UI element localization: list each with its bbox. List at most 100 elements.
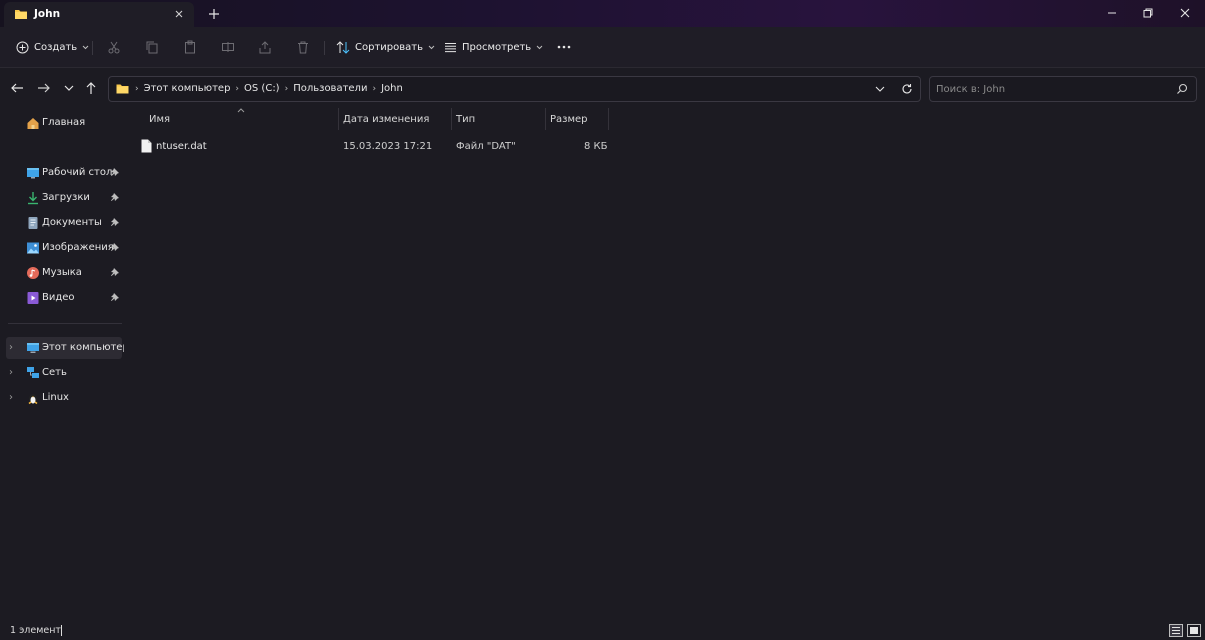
expand-chevron-icon[interactable]: › bbox=[9, 342, 19, 354]
chevron-down-icon bbox=[536, 45, 543, 49]
sort-button[interactable]: Сортировать bbox=[336, 39, 435, 55]
sidebar-item-home[interactable]: Главная bbox=[6, 112, 122, 134]
network-icon bbox=[26, 366, 40, 380]
breadcrumb-separator-icon[interactable]: › bbox=[372, 84, 376, 94]
desktop-icon bbox=[26, 166, 40, 180]
column-separator[interactable] bbox=[608, 108, 609, 130]
minimize-icon[interactable] bbox=[1105, 6, 1119, 20]
computer-icon bbox=[26, 341, 40, 355]
pin-icon[interactable] bbox=[110, 267, 120, 277]
sidebar-item-label: Linux bbox=[42, 392, 69, 403]
copy-icon[interactable] bbox=[145, 40, 159, 54]
file-icon bbox=[141, 139, 152, 153]
separator bbox=[324, 41, 325, 55]
tab-john[interactable]: John bbox=[4, 2, 194, 27]
breadcrumb-separator-icon[interactable]: › bbox=[235, 84, 239, 94]
address-history-chevron-icon[interactable] bbox=[874, 83, 886, 95]
sort-ascending-icon bbox=[237, 108, 245, 113]
details-view-icon[interactable] bbox=[1169, 624, 1183, 637]
create-button[interactable]: Создать bbox=[16, 39, 89, 55]
sidebar-item-music[interactable]: Музыка bbox=[6, 262, 122, 284]
sidebar-item-label: Рабочий стол bbox=[42, 167, 113, 178]
item-count: 1 элемент bbox=[10, 625, 61, 636]
large-icons-view-icon[interactable] bbox=[1187, 624, 1201, 637]
status-divider bbox=[61, 625, 62, 636]
home-icon bbox=[26, 116, 40, 130]
sidebar-item-label: Главная bbox=[42, 117, 86, 128]
column-header-name[interactable]: Имя bbox=[149, 114, 170, 125]
pin-icon[interactable] bbox=[110, 292, 120, 302]
sidebar-item-desktop[interactable]: Рабочий стол bbox=[6, 162, 122, 184]
search-input[interactable] bbox=[936, 81, 1166, 97]
rename-icon[interactable] bbox=[221, 40, 235, 54]
breadcrumb-separator-icon[interactable]: › bbox=[285, 84, 289, 94]
column-header-type[interactable]: Тип bbox=[456, 114, 475, 125]
sidebar-item-pictures[interactable]: Изображения bbox=[6, 237, 122, 259]
pin-icon[interactable] bbox=[110, 192, 120, 202]
navigation-bar: › Этот компьютер › OS (C:) › Пользовател… bbox=[0, 68, 1205, 108]
column-separator[interactable] bbox=[545, 108, 546, 130]
back-arrow-icon[interactable] bbox=[10, 81, 24, 95]
file-name: ntuser.dat bbox=[156, 141, 207, 152]
sidebar-item-linux[interactable]: › Linux bbox=[6, 387, 122, 409]
pin-icon[interactable] bbox=[110, 167, 120, 177]
breadcrumb-this-pc[interactable]: Этот компьютер bbox=[144, 83, 231, 94]
view-label: Просмотреть bbox=[462, 41, 532, 53]
more-options-icon[interactable] bbox=[557, 40, 571, 54]
table-row[interactable]: ntuser.dat 15.03.2023 17:21 Файл "DAT" 8… bbox=[136, 138, 616, 156]
downloads-icon bbox=[26, 191, 40, 205]
file-list: Имя Дата изменения Тип Размер ntuser.dat… bbox=[124, 108, 1205, 620]
breadcrumb-john[interactable]: John bbox=[381, 83, 403, 94]
sidebar-item-this-pc[interactable]: › Этот компьютер bbox=[6, 337, 129, 359]
address-bar[interactable]: › Этот компьютер › OS (C:) › Пользовател… bbox=[108, 76, 921, 102]
sidebar-item-label: Изображения bbox=[42, 242, 114, 253]
chevron-down-icon bbox=[82, 45, 89, 49]
pin-icon[interactable] bbox=[110, 242, 120, 252]
sidebar-item-network[interactable]: › Сеть bbox=[6, 362, 122, 384]
delete-icon[interactable] bbox=[296, 40, 310, 54]
sidebar-item-videos[interactable]: Видео bbox=[6, 287, 122, 309]
file-type: Файл "DAT" bbox=[456, 141, 516, 152]
breadcrumb-drive-c[interactable]: OS (C:) bbox=[244, 83, 280, 94]
close-window-icon[interactable] bbox=[1178, 6, 1192, 20]
folder-icon bbox=[14, 8, 28, 20]
refresh-icon[interactable] bbox=[901, 83, 913, 95]
pictures-icon bbox=[26, 241, 40, 255]
recent-locations-chevron-icon[interactable] bbox=[62, 81, 76, 95]
search-icon[interactable] bbox=[1176, 83, 1188, 95]
sidebar-item-downloads[interactable]: Загрузки bbox=[6, 187, 122, 209]
column-header-size[interactable]: Размер bbox=[550, 114, 588, 125]
share-icon[interactable] bbox=[258, 40, 272, 54]
linux-icon bbox=[26, 391, 40, 405]
forward-arrow-icon[interactable] bbox=[37, 81, 51, 95]
sort-label: Сортировать bbox=[355, 41, 423, 53]
sidebar-divider bbox=[8, 323, 122, 324]
cut-icon[interactable] bbox=[107, 40, 121, 54]
paste-icon[interactable] bbox=[183, 40, 197, 54]
breadcrumb-separator-icon[interactable]: › bbox=[135, 84, 139, 94]
column-separator[interactable] bbox=[338, 108, 339, 130]
status-bar: 1 элемент bbox=[0, 620, 1205, 640]
expand-chevron-icon[interactable]: › bbox=[9, 392, 19, 404]
sidebar-item-label: Загрузки bbox=[42, 192, 90, 203]
column-separator[interactable] bbox=[451, 108, 452, 130]
sidebar-item-label: Музыка bbox=[42, 267, 82, 278]
expand-chevron-icon[interactable]: › bbox=[9, 367, 19, 379]
restore-icon[interactable] bbox=[1141, 6, 1155, 20]
sidebar-item-label: Сеть bbox=[42, 367, 67, 378]
music-icon bbox=[26, 266, 40, 280]
search-box bbox=[929, 76, 1197, 102]
title-bar: John bbox=[0, 0, 1205, 27]
column-header-modified[interactable]: Дата изменения bbox=[343, 114, 429, 125]
breadcrumb-users[interactable]: Пользователи bbox=[293, 83, 367, 94]
folder-icon bbox=[116, 83, 129, 94]
up-arrow-icon[interactable] bbox=[84, 81, 98, 95]
sidebar-item-documents[interactable]: Документы bbox=[6, 212, 122, 234]
sort-icon bbox=[336, 40, 350, 54]
chevron-down-icon bbox=[428, 45, 435, 49]
pin-icon[interactable] bbox=[110, 217, 120, 227]
close-tab-icon[interactable] bbox=[172, 7, 186, 21]
view-button[interactable]: Просмотреть bbox=[444, 39, 543, 55]
new-tab-icon[interactable] bbox=[207, 7, 221, 21]
file-size: 8 КБ bbox=[584, 141, 608, 152]
